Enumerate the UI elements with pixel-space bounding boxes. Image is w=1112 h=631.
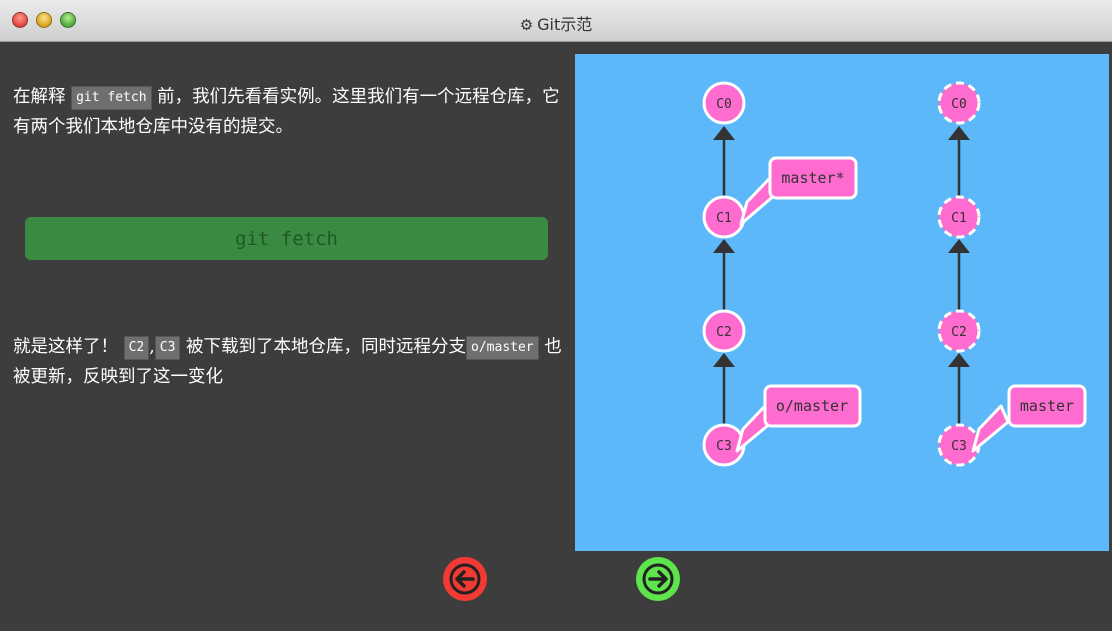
local-commit-c2[interactable]: C2 <box>702 309 746 353</box>
branch-tag-o-master[interactable]: o/master <box>735 384 862 453</box>
commit-label: C0 <box>951 97 967 112</box>
branch-label-master: master* <box>781 169 844 187</box>
code-c3: C3 <box>154 335 181 360</box>
result-paragraph: 就是这样了！ C2, C3 被下载到了本地仓库，同时远程分支 o/master 也被… <box>13 332 568 392</box>
branch-pointer <box>971 404 1010 453</box>
back-button[interactable] <box>443 557 487 601</box>
forward-button[interactable] <box>636 557 680 601</box>
commit-label: C3 <box>951 439 967 454</box>
arrowhead-icon <box>713 126 735 140</box>
intro-paragraph: 在解释 git fetch 前，我们先看看实例。这里我们有一个远程仓库，它有两个… <box>13 82 568 142</box>
local-commit-c0[interactable]: C0 <box>702 81 746 125</box>
remote-commit-c0[interactable]: C0 <box>937 81 981 125</box>
arrowhead-icon <box>713 353 735 367</box>
arrow-left-icon <box>449 563 481 595</box>
arrowhead-icon <box>948 239 970 253</box>
commit-label: C2 <box>951 325 967 340</box>
explanation-pane: 在解释 git fetch 前，我们先看看实例。这里我们有一个远程仓库，它有两个… <box>0 42 572 631</box>
intro-text-before: 在解释 <box>13 87 72 107</box>
commit-graph: C0 C1 C2 C3 C0 C1 C2 C3 master* o/master maste… <box>702 81 1087 467</box>
commit-label: C1 <box>951 211 967 226</box>
branch-tag-master-local[interactable]: master* <box>739 156 858 226</box>
arrowhead-icon <box>713 239 735 253</box>
arrowhead-icon <box>948 126 970 140</box>
remote-commit-c1[interactable]: C1 <box>937 195 981 239</box>
commit-label: C1 <box>716 211 732 226</box>
remote-commit-c3[interactable]: C3 <box>937 423 981 467</box>
branch-tag-master-remote[interactable]: master <box>971 384 1087 453</box>
remote-commit-c2[interactable]: C2 <box>937 309 981 353</box>
code-git-fetch: git fetch <box>71 85 152 110</box>
gear-icon: ⚙ <box>519 16 534 34</box>
branch-label-master-remote: master <box>1020 397 1074 415</box>
commit-label: C2 <box>716 325 732 340</box>
arrow-right-icon <box>642 563 674 595</box>
arrowhead-icon <box>948 353 970 367</box>
result-text-2: 被下载到了本地仓库，同时远程分支 <box>180 337 467 357</box>
git-fetch-button[interactable]: git fetch <box>25 217 548 260</box>
branch-label-o-master: o/master <box>776 397 848 415</box>
title-bar: ⚙ Git示范 <box>0 0 1112 42</box>
window-title-text: Git示范 <box>537 15 593 34</box>
code-c2: C2 <box>123 335 150 360</box>
git-visualization-panel: C0 C1 C2 C3 C0 C1 C2 C3 master* o/master maste… <box>575 54 1109 551</box>
commit-label: C0 <box>716 97 732 112</box>
window-title: ⚙ Git示范 <box>0 11 1112 35</box>
result-text-1: 就是这样了！ <box>13 337 124 357</box>
code-o-master: o/master <box>466 335 539 360</box>
commit-label: C3 <box>716 439 732 454</box>
local-commit-c1[interactable]: C1 <box>702 195 746 239</box>
